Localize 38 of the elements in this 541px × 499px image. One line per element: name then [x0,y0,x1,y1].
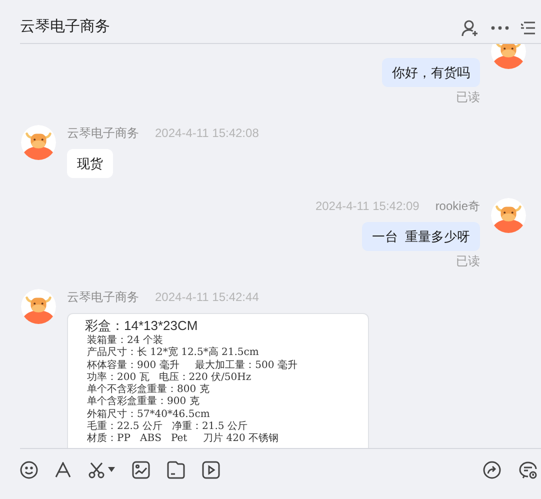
scissors-icon[interactable] [88,460,106,478]
spec-line: 产品尺寸：长 12*宽 12.5*高 21.5cm [87,347,260,360]
image-icon[interactable] [132,460,150,478]
message-bubble: 一台 重量多少呀 [362,222,480,251]
chat-title: 云琴电子商务 [20,17,110,38]
spec-line: 装箱量：24 个装 [87,335,164,346]
spec-line: 功率：200 瓦 电压：220 伏/50Hz [87,372,252,384]
timestamp: 2024-4-11 15:42:08 [155,125,259,142]
file-icon[interactable] [167,460,185,478]
bull-avatar-icon [491,198,526,233]
spec-line: 材质：PP ABS Pet 刀片 420 不锈钢 [87,433,280,446]
spec-line: 杯体容量：900 毫升 最大加工量：500 毫升 [87,360,298,372]
video-icon[interactable] [202,460,220,478]
add-member-icon[interactable] [461,18,479,36]
read-status: 已读 [456,89,480,105]
font-icon[interactable] [55,462,71,478]
bull-avatar-icon [21,289,56,324]
spec-line: 外箱尺寸：57*40*46.5cm [87,408,211,420]
read-status: 已读 [456,253,480,269]
spec-line: 单个含彩盒重量：900 克 [87,396,200,408]
menu-icon[interactable] [521,20,535,34]
spec-line: 毛重：22.5 公斤 净重：21.5 公斤 [87,421,248,432]
message-bubble: 你好，有货吗 [382,58,480,87]
spec-line: 单个不含彩盒重量：800 克 [87,384,210,396]
timestamp: 2024-4-11 15:42:09 [315,198,420,215]
share-icon[interactable] [483,460,501,478]
bull-avatar-icon [21,125,56,160]
sender-name: rookie奇 [435,198,480,215]
more-icon[interactable] [491,26,509,30]
message-bubble: 现货 [67,149,113,178]
chat-history-icon[interactable] [519,460,537,478]
timestamp: 2024-4-11 15:42:44 [155,289,259,306]
bull-avatar-icon [491,44,526,69]
caret-icon[interactable] [108,467,115,472]
sender-name: 云琴电子商务 [67,125,139,142]
emoji-icon[interactable] [20,460,38,478]
spec-title: 彩盒：14*13*23CM [85,317,199,334]
sender-name: 云琴电子商务 [67,289,139,306]
